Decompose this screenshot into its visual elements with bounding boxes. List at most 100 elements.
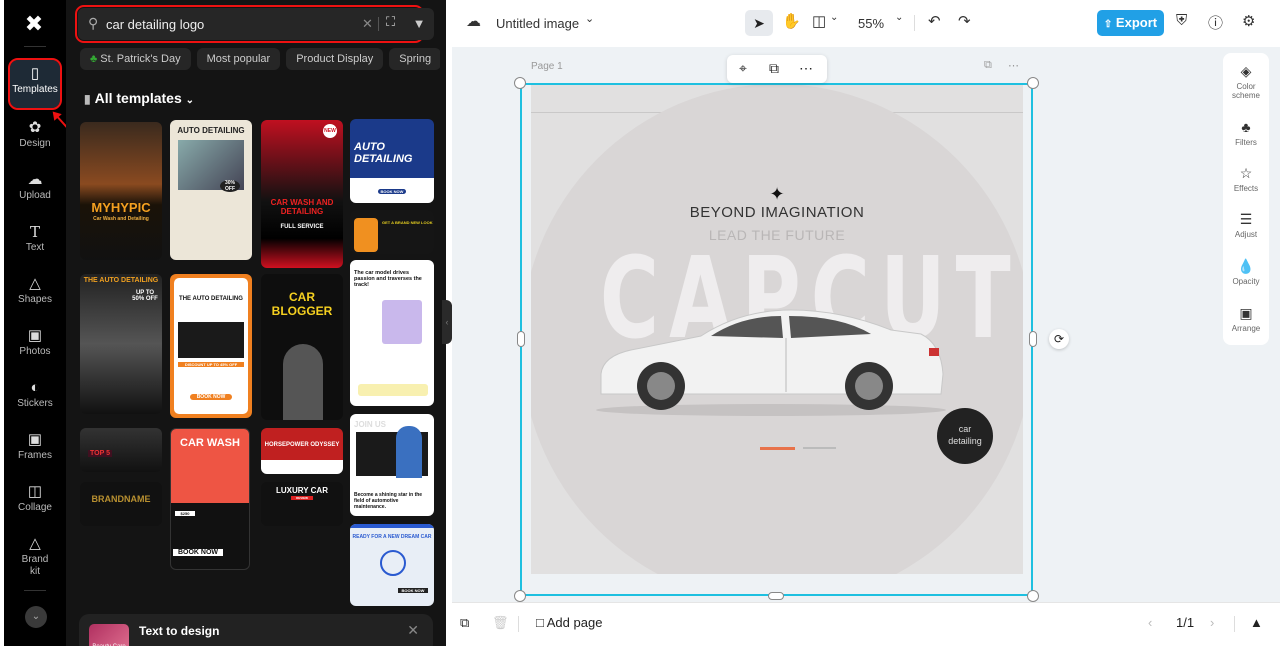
resize-handle-bottom[interactable]: [768, 592, 784, 600]
left-rail: ✖ ▯ Templates ✿ Design ☁ Upload T Text △…: [4, 0, 66, 646]
template-card[interactable]: GET A BRAND NEW LOOK: [350, 210, 434, 254]
template-card[interactable]: HORSEPOWER ODYSSEY: [261, 428, 343, 474]
template-subtitle: BOOK NOW: [378, 189, 406, 194]
chip-spring[interactable]: Spring: [389, 48, 440, 70]
tool-filters[interactable]: ♣ Filters: [1223, 119, 1269, 147]
capcut-logo-icon[interactable]: ✖: [19, 12, 49, 36]
template-card[interactable]: MYHYPIC Car Wash and Detailing: [80, 122, 162, 260]
rotate-handle[interactable]: ⟳: [1049, 329, 1069, 349]
chip-product-display[interactable]: Product Display: [286, 48, 384, 70]
rail-item-design[interactable]: ✿ Design: [10, 114, 60, 162]
more-options-icon[interactable]: ⋯: [799, 60, 813, 77]
duplicate-page-icon[interactable]: ⧉: [460, 615, 469, 631]
chevron-down-icon[interactable]: ⌄: [895, 12, 903, 23]
template-card[interactable]: TOP 5: [80, 428, 162, 472]
resize-handle-top-right[interactable]: [1027, 77, 1039, 89]
template-card[interactable]: AUTO DETAILING BOOK NOW: [350, 119, 434, 203]
export-button[interactable]: ⇧ Export: [1097, 10, 1164, 36]
tool-arrange[interactable]: ▣ Arrange: [1223, 305, 1269, 333]
redo-icon[interactable]: ↷: [958, 12, 971, 30]
rail-item-label: Stickers: [17, 398, 53, 409]
document-title[interactable]: Untitled image: [496, 16, 579, 31]
cloud-icon[interactable]: ☁: [466, 12, 481, 30]
next-page-icon[interactable]: ›: [1210, 615, 1214, 630]
select-tool-button[interactable]: ➤: [745, 10, 773, 36]
template-subtitle: Become a shining star in the field of au…: [354, 492, 423, 510]
divider: [378, 17, 379, 31]
tool-label: Filters: [1235, 138, 1257, 147]
design-heading: BEYOND IMAGINATION: [689, 204, 865, 221]
add-page-button[interactable]: □ Add page: [536, 615, 602, 630]
page-more-icon[interactable]: ⋯: [1008, 59, 1019, 72]
rail-item-templates[interactable]: ▯ Templates: [8, 58, 62, 110]
all-templates-dropdown[interactable]: ▮ All templates ⌄: [84, 90, 194, 106]
help-icon[interactable]: ⓘ: [1208, 12, 1223, 33]
zoom-level[interactable]: 55%: [858, 16, 884, 31]
template-card[interactable]: THE AUTO DETAILING DISCOUNT UP TO 45% OF…: [170, 274, 252, 418]
previous-page-icon[interactable]: ‹: [1148, 615, 1152, 630]
rail-item-shapes[interactable]: △ Shapes: [10, 270, 60, 318]
close-icon[interactable]: ✕: [407, 622, 419, 639]
layout-icon[interactable]: ◫: [812, 12, 826, 30]
resize-handle-bottom-right[interactable]: [1027, 590, 1039, 602]
rail-item-stickers[interactable]: ◐ Stickers: [10, 374, 60, 422]
delete-page-icon[interactable]: 🗑: [492, 615, 509, 631]
resize-handle-top-left[interactable]: [514, 77, 526, 89]
duplicate-icon[interactable]: ⧉: [769, 60, 779, 77]
rail-item-collage[interactable]: ◫ Collage: [10, 478, 60, 526]
rail-item-brand-kit[interactable]: △ Brand kit: [10, 530, 60, 582]
capcut-editor: ✖ ▯ Templates ✿ Design ☁ Upload T Text △…: [0, 0, 1280, 646]
rail-item-text[interactable]: T Text: [10, 218, 60, 266]
rotate-icon: ⟳: [1053, 332, 1065, 346]
text-to-design-card[interactable]: Beauty Care Text to design ✕: [79, 614, 433, 646]
tool-adjust[interactable]: ☰ Adjust: [1223, 211, 1269, 239]
template-card[interactable]: CAR WASH $250 BOOK NOW: [170, 428, 250, 570]
search-input[interactable]: [106, 8, 346, 40]
filter-button[interactable]: ▼: [404, 8, 434, 40]
collapse-panel-handle[interactable]: ‹: [442, 300, 452, 344]
undo-icon[interactable]: ↶: [928, 12, 941, 30]
template-card[interactable]: JOIN US Become a shining star in the fie…: [350, 414, 434, 516]
chevron-down-icon[interactable]: ⌄: [585, 12, 594, 25]
clear-search-icon[interactable]: ✕: [362, 16, 373, 32]
image-search-icon[interactable]: ⛶: [386, 14, 395, 30]
resize-handle-left[interactable]: [517, 331, 525, 347]
template-subtitle: 30% OFF: [220, 180, 240, 192]
rail-item-frames[interactable]: ▣ Frames: [10, 426, 60, 474]
tool-effects[interactable]: ☆ Effects: [1223, 165, 1269, 193]
template-title: GET A BRAND NEW LOOK: [382, 220, 433, 225]
rail-item-label: Photos: [19, 346, 51, 357]
template-card[interactable]: BRANDNAME: [80, 482, 162, 526]
car-detailing-badge: car detailing: [937, 408, 993, 464]
expand-pages-icon[interactable]: ▲: [1250, 615, 1263, 630]
design-page[interactable]: CAPCUT ✦ BEYOND IMAGINATION LEAD THE FUT…: [531, 84, 1023, 574]
resize-handle-bottom-left[interactable]: [514, 590, 526, 602]
rail-item-label: Frames: [18, 450, 52, 461]
template-card[interactable]: CAR BLOGGER: [261, 274, 343, 420]
template-card[interactable]: THE AUTO DETAILING UP TO 50% OFF: [80, 274, 162, 414]
duplicate-page-icon[interactable]: ⧉: [984, 59, 992, 72]
tool-opacity[interactable]: 💧 Opacity: [1223, 258, 1269, 286]
template-card[interactable]: The car model drives passion and travers…: [350, 260, 434, 406]
rail-item-upload[interactable]: ☁ Upload: [10, 166, 60, 214]
paint-bucket-icon: ◈: [1240, 63, 1252, 79]
crop-icon[interactable]: ⌖: [739, 60, 747, 77]
expand-more-button[interactable]: ⌄: [25, 606, 47, 628]
template-cta: BOOK NOW: [173, 549, 223, 556]
shield-icon[interactable]: ⛨: [1176, 12, 1187, 29]
rail-item-label: Collage: [18, 502, 52, 513]
template-card[interactable]: AUTO DETAILING 30% OFF: [170, 120, 252, 260]
template-card[interactable]: LUXURY CAR REVIEW: [261, 482, 343, 526]
chevron-down-icon[interactable]: ⌄: [830, 12, 838, 23]
chip-st-patricks-day[interactable]: ♣ St. Patrick's Day: [80, 48, 191, 70]
settings-icon[interactable]: ⚙: [1242, 12, 1255, 30]
resize-handle-right[interactable]: [1029, 331, 1037, 347]
template-subtitle: $250: [175, 511, 195, 516]
rail-item-photos[interactable]: ▣ Photos: [10, 322, 60, 370]
tool-color-scheme[interactable]: ◈ Color scheme: [1223, 63, 1269, 100]
template-card[interactable]: READY FOR A NEW DREAM CAR BOOK NOW: [350, 524, 434, 606]
badge-line: car: [958, 424, 972, 434]
chip-most-popular[interactable]: Most popular: [196, 48, 281, 70]
template-card[interactable]: NEW CAR WASH AND DETAILING FULL SERVICE: [261, 120, 343, 268]
hand-tool-icon[interactable]: ✋: [782, 12, 801, 30]
